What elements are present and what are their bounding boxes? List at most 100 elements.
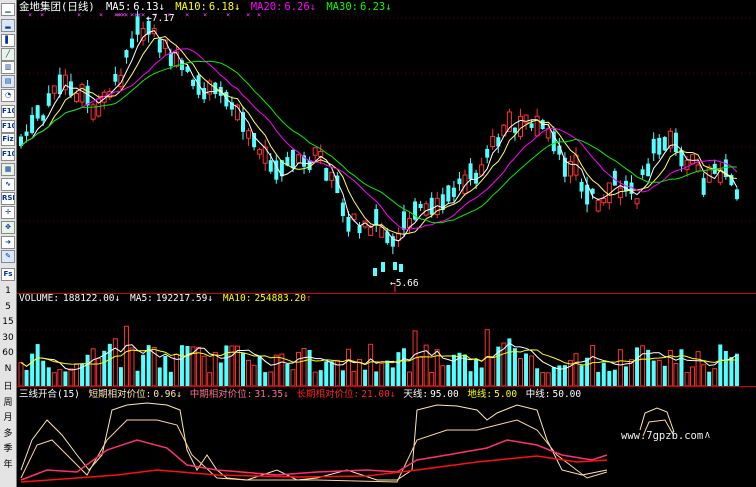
- mid-term-line: [20, 439, 608, 481]
- candle-up: [534, 115, 540, 137]
- chart-bar-icon[interactable]: ▂: [1, 19, 15, 32]
- period-option-2[interactable]: 15: [0, 317, 16, 327]
- candle-up: [296, 154, 301, 164]
- candle-up: [690, 154, 696, 165]
- candle-down: [252, 133, 257, 148]
- volume-bar-down: [340, 370, 345, 386]
- toolbar-btn-f10[interactable]: F10: [1, 148, 15, 161]
- ma30-arrow: ↓: [385, 1, 391, 13]
- volume-bar-up: [312, 371, 318, 387]
- volume-bar-up: [656, 359, 662, 387]
- period-option-9[interactable]: 多: [0, 426, 16, 439]
- pencil-icon[interactable]: ✎: [1, 250, 15, 263]
- period-option-5[interactable]: N: [0, 364, 16, 374]
- period-option-10[interactable]: 季: [0, 441, 16, 454]
- volume-bar-down: [163, 355, 168, 386]
- volume-bar-up: [296, 351, 301, 387]
- candle-down: [657, 137, 662, 155]
- volume-bar-up: [490, 356, 496, 387]
- stock-name: 金地集团: [19, 0, 61, 13]
- ground-value: 5.00: [494, 389, 517, 400]
- volume-bar-up: [545, 372, 551, 387]
- volume-bar-down: [551, 367, 556, 386]
- candle-down: [24, 131, 29, 136]
- chart-grid-icon[interactable]: ▦: [1, 163, 15, 176]
- candle-down: [662, 137, 667, 151]
- arrow-right-icon[interactable]: ➜: [1, 236, 15, 249]
- volume-bar-down: [35, 344, 40, 386]
- candle-up: [173, 51, 179, 67]
- window-icon[interactable]: ▤: [1, 75, 15, 88]
- chart-pie-icon[interactable]: ◔: [1, 89, 15, 102]
- toolbar-btn-f10[interactable]: F10: [1, 120, 15, 133]
- sky-label: 天线:: [403, 388, 428, 400]
- volume-bar-up: [590, 344, 596, 387]
- volume-bar-up: [90, 348, 96, 387]
- volume-bar-down: [318, 370, 323, 386]
- candle-down: [373, 268, 377, 276]
- period-option-3[interactable]: 30: [0, 333, 16, 343]
- long-label: 长期相对价位:: [297, 388, 360, 400]
- candle-up: [51, 85, 57, 94]
- candle-up: [423, 203, 429, 216]
- candle-down: [579, 181, 584, 192]
- vol-ma10-arrow: ↑: [306, 293, 312, 304]
- indicator-name: 三线开合(15): [19, 388, 80, 400]
- period-option-1[interactable]: 5: [0, 302, 16, 312]
- volume-bar-up: [640, 345, 646, 387]
- candle-up: [246, 130, 252, 139]
- candle-up: [695, 164, 701, 172]
- kline-icon[interactable]: ▥: [1, 61, 15, 74]
- candle-down: [290, 149, 295, 169]
- period-option-8[interactable]: 月: [0, 410, 16, 423]
- period-option-0[interactable]: 1: [0, 286, 16, 296]
- toolbar-btn-fs[interactable]: Fs: [1, 268, 15, 281]
- toolbar-btn-rsi[interactable]: RSI: [1, 192, 15, 205]
- candle-up: [329, 171, 335, 181]
- short-arrow: ↓: [176, 389, 182, 400]
- price-candles: [19, 10, 739, 292]
- candle-down: [529, 123, 534, 128]
- period-option-11[interactable]: 年: [0, 457, 16, 470]
- candle-down: [418, 204, 423, 209]
- candle-up: [318, 151, 324, 158]
- candle-down: [57, 74, 62, 95]
- volume-bar-down: [168, 371, 173, 386]
- candle-down: [157, 39, 162, 53]
- toolbar-btn-f10[interactable]: F10: [1, 105, 15, 118]
- ma30-value: 6.23: [360, 1, 385, 13]
- candle-up: [379, 227, 385, 238]
- volume-bar-down: [401, 348, 406, 386]
- period-option-6[interactable]: 日: [0, 379, 16, 392]
- vol-ma5-arrow: ↓: [207, 293, 213, 304]
- toolbar-btn-fiz[interactable]: Fiz: [1, 133, 15, 146]
- candle-up: [518, 115, 523, 137]
- volume-bar-down: [218, 362, 223, 386]
- cross-icon[interactable]: ✛: [1, 206, 15, 219]
- candle-down: [41, 115, 46, 121]
- candle-down: [374, 209, 379, 225]
- period-option-7[interactable]: 周: [0, 395, 16, 408]
- volume-bar-down: [396, 352, 401, 386]
- volume-bar-down: [623, 366, 628, 386]
- volume-bar-down: [24, 369, 29, 386]
- candle-down: [357, 225, 362, 234]
- low-price-label: ←5.66: [390, 278, 419, 289]
- volume-value: 188122.00: [63, 293, 115, 304]
- chart-wave-icon[interactable]: ∿: [1, 178, 15, 191]
- candle-down: [468, 163, 473, 180]
- chart-candle-icon[interactable]: ▌: [1, 34, 15, 47]
- volume-bar-up: [123, 325, 129, 387]
- chart-line-icon[interactable]: ▁: [1, 3, 15, 16]
- period-option-4[interactable]: 60: [0, 348, 16, 358]
- volume-bar-up: [57, 369, 63, 387]
- candle-down: [130, 38, 134, 48]
- move-icon[interactable]: ✥: [1, 221, 15, 234]
- chart-area-icon[interactable]: ╱: [1, 48, 15, 61]
- volume-bar-up: [429, 372, 435, 387]
- volume-bar-up: [207, 372, 213, 387]
- volume-bar-down: [474, 359, 479, 386]
- ma10-arrow: ↓: [234, 1, 240, 13]
- candle-down: [381, 262, 385, 272]
- volume-bar-up: [529, 355, 535, 387]
